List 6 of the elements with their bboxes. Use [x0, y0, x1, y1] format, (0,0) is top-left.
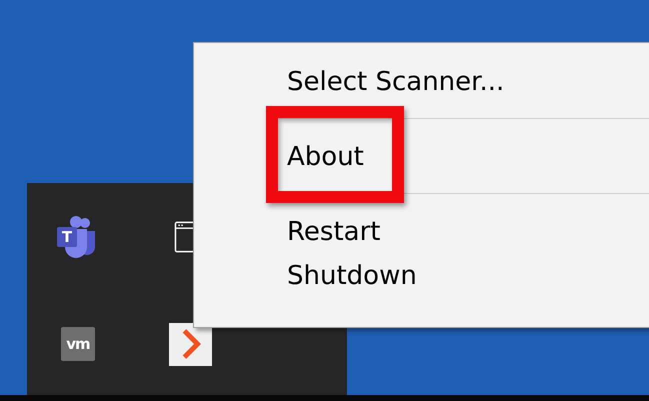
vmware-icon[interactable]: vm — [61, 327, 95, 361]
menu-item[interactable]: About — [287, 135, 364, 179]
menu-item[interactable]: Shutdown — [287, 254, 417, 298]
menu-item[interactable]: Restart — [287, 210, 380, 254]
chevron-icon[interactable] — [169, 322, 212, 366]
menu-item[interactable]: Select Scanner... — [287, 60, 504, 104]
